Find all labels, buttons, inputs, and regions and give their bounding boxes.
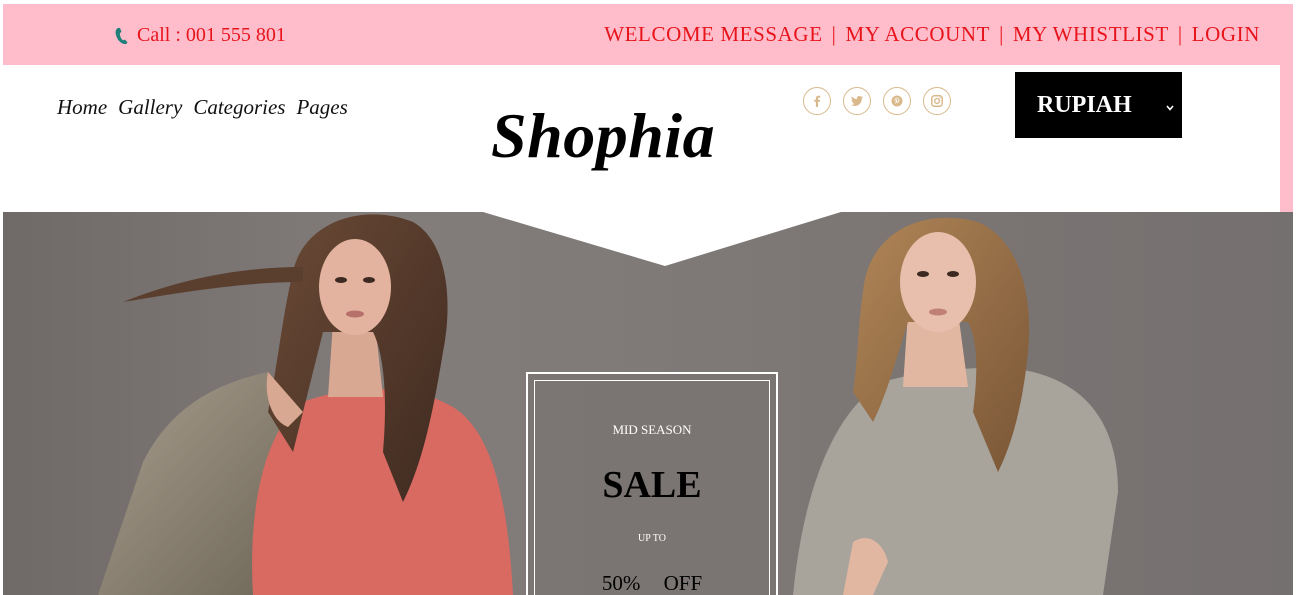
phone-icon [115, 27, 129, 45]
social-links [803, 87, 951, 115]
currency-select[interactable]: RUPIAH [1015, 72, 1182, 138]
top-links: WELCOME MESSAGE | MY ACCOUNT | MY WHISTL… [604, 22, 1260, 47]
sale-promo-box[interactable]: MID SEASON SALE UP TO 50% OFF [526, 372, 778, 595]
hero-banner: MID SEASON SALE UP TO 50% OFF [3, 212, 1293, 595]
facebook-icon[interactable] [803, 87, 831, 115]
my-wishlist-link[interactable]: MY WHISTLIST [1013, 22, 1169, 47]
site-logo[interactable]: Shophia [491, 99, 715, 173]
instagram-icon[interactable] [923, 87, 951, 115]
sale-headline: SALE [602, 464, 702, 506]
page: Call : 001 555 801 WELCOME MESSAGE | MY … [0, 0, 1297, 595]
separator: | [1177, 22, 1183, 46]
nav-item-home[interactable]: Home [57, 95, 107, 120]
login-link[interactable]: LOGIN [1192, 22, 1260, 47]
sale-off-label: OFF [663, 571, 703, 595]
nav-item-gallery[interactable]: Gallery [118, 95, 182, 120]
sale-promo-inner-frame: MID SEASON SALE UP TO 50% OFF [534, 380, 770, 595]
twitter-icon[interactable] [843, 87, 871, 115]
main-nav: Home Gallery Categories Pages [57, 95, 348, 120]
separator: | [831, 22, 837, 46]
my-account-link[interactable]: MY ACCOUNT [845, 22, 990, 47]
chevron-down-icon [1166, 100, 1174, 115]
nav-item-pages[interactable]: Pages [296, 95, 347, 120]
phone-contact[interactable]: Call : 001 555 801 [115, 24, 286, 47]
top-bar: Call : 001 555 801 WELCOME MESSAGE | MY … [3, 4, 1293, 65]
sale-upto-label: UP TO [638, 533, 666, 544]
phone-number-text: Call : 001 555 801 [137, 24, 286, 46]
sale-percent: 50% [601, 571, 641, 595]
sale-discount-row: 50% OFF [535, 571, 769, 595]
separator: | [999, 22, 1004, 46]
nav-item-categories[interactable]: Categories [193, 95, 285, 120]
site-header: Home Gallery Categories Pages Shophia RU… [3, 65, 1280, 212]
welcome-message-link[interactable]: WELCOME MESSAGE [604, 22, 822, 47]
hero-notch-shape [483, 212, 841, 266]
sale-eyebrow: MID SEASON [612, 422, 692, 437]
pinterest-icon[interactable] [883, 87, 911, 115]
currency-selected-value: RUPIAH [1037, 91, 1132, 118]
